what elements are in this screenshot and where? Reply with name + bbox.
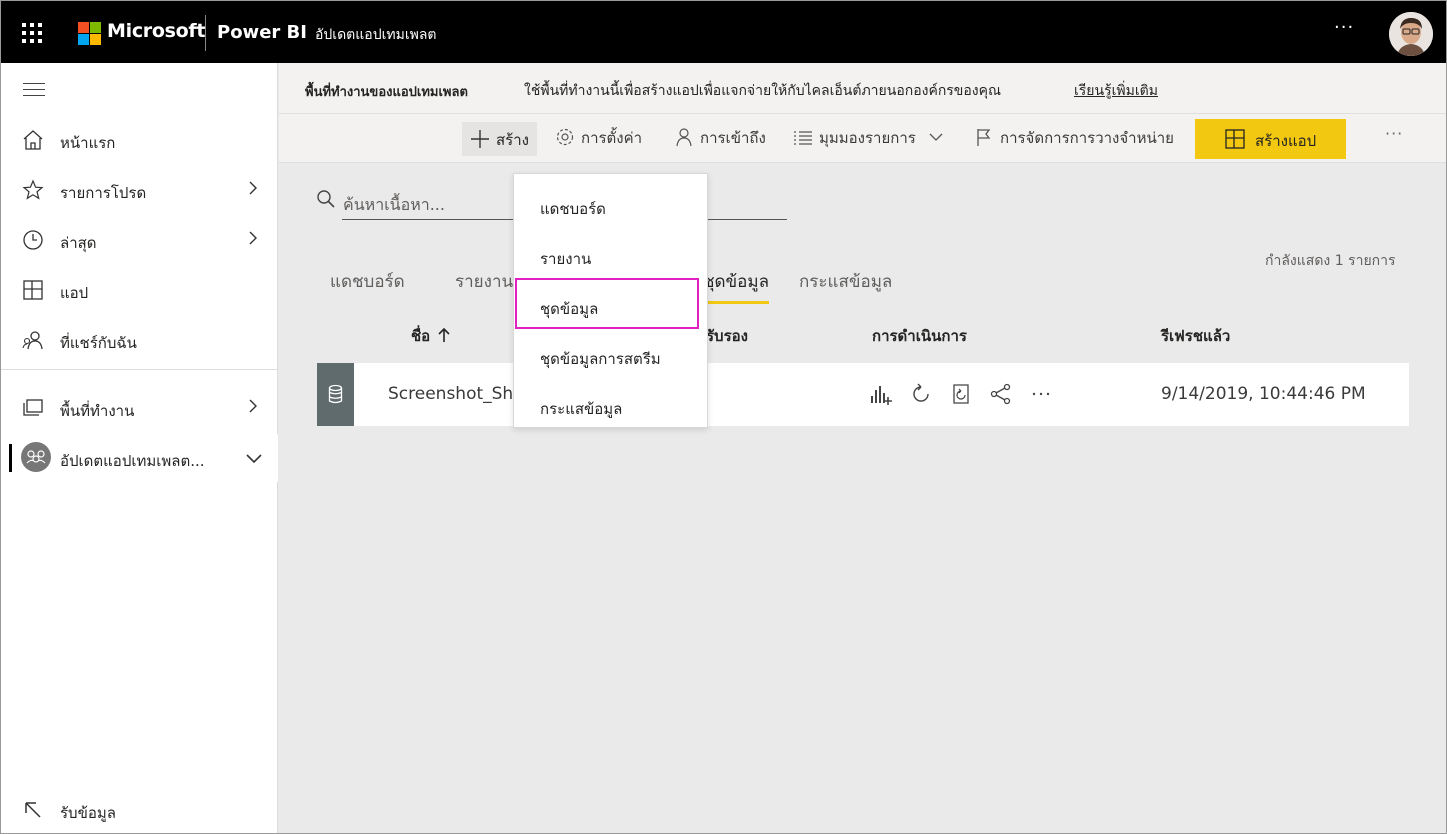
menu-item-label: ชุดข้อมูลการสตรีม <box>540 350 661 368</box>
create-report-icon[interactable] <box>869 382 893 406</box>
sidebar-item-label: พื้นที่ทำงาน <box>60 402 135 420</box>
clock-icon <box>23 230 43 250</box>
tab-reports[interactable]: รายงาน <box>455 268 513 295</box>
menu-item-streaming-dataset[interactable]: ชุดข้อมูลการสตรีม <box>514 329 707 379</box>
sidebar-divider <box>1 369 278 370</box>
apps-icon <box>1225 129 1245 149</box>
settings-button[interactable]: การตั้งค่า <box>555 126 642 152</box>
list-view-button[interactable]: มุมมองรายการ <box>793 126 943 152</box>
highlight-box <box>515 278 699 329</box>
topbar-divider <box>205 15 206 51</box>
search-input[interactable]: ค้นหาเนื้อหา... <box>343 193 445 218</box>
column-header-actions: การดำเนินการ <box>872 327 967 345</box>
workspace-info-bar: พื้นที่ทำงานของแอปเทมเพลต ใช้พื้นที่ทำงา… <box>279 63 1446 113</box>
menu-item-report[interactable]: รายงาน <box>514 229 707 279</box>
create-app-label: สร้างแอป <box>1255 132 1317 150</box>
tab-datasets[interactable]: ชุดข้อมูล <box>706 268 769 295</box>
sidebar-item-shared[interactable]: ที่แชร์กับฉัน <box>1 318 278 362</box>
sidebar-item-favorites[interactable]: รายการโปรด <box>1 168 278 212</box>
apps-icon <box>23 280 43 300</box>
chevron-right-icon[interactable] <box>245 229 261 247</box>
list-icon <box>794 131 812 145</box>
create-button[interactable]: สร้าง <box>462 122 537 156</box>
create-app-button[interactable]: สร้างแอป <box>1195 119 1346 159</box>
settings-label: การตั้งค่า <box>581 129 643 147</box>
sidebar-item-label: แอป <box>60 284 89 302</box>
sidebar-item-label: รายการโปรด <box>60 184 147 202</box>
dataset-name[interactable]: Screenshot_Sh <box>388 384 513 404</box>
menu-item-dataflow[interactable]: กระแสข้อมูล <box>514 379 707 429</box>
workspace-avatar-icon <box>21 442 51 472</box>
get-data-label: รับข้อมูล <box>60 804 116 822</box>
menu-item-label: แดชบอร์ด <box>540 200 606 218</box>
chevron-down-icon[interactable] <box>245 449 263 467</box>
home-icon <box>23 130 43 150</box>
waffle-icon[interactable] <box>22 23 42 43</box>
menu-item-label: กระแสข้อมูล <box>540 400 623 418</box>
person-icon <box>676 128 692 147</box>
more-options-icon[interactable] <box>1029 382 1053 406</box>
sidebar-item-recent[interactable]: ล่าสุด <box>1 218 278 262</box>
sidebar: หน้าแรก รายการโปรด ล่าสุด แอป ที่แชร์กับ… <box>1 63 278 833</box>
product-name[interactable]: Power BI <box>217 22 307 43</box>
search-icon <box>317 190 335 208</box>
user-avatar[interactable] <box>1389 12 1433 56</box>
sidebar-item-apps[interactable]: แอป <box>1 268 278 312</box>
refreshed-time: 9/14/2019, 10:44:46 PM <box>1161 384 1366 404</box>
chevron-right-icon[interactable] <box>245 179 261 197</box>
plus-icon <box>471 130 489 148</box>
info-title: พื้นที่ทำงานของแอปเทมเพลต <box>305 85 468 100</box>
release-label: การจัดการการวางจำหน่าย <box>1000 129 1174 147</box>
learn-more-link[interactable]: เรียนรู้เพิ่มเติม <box>1074 80 1158 102</box>
menu-item-label: รายงาน <box>540 250 592 268</box>
refresh-icon[interactable] <box>909 382 933 406</box>
workspaces-icon <box>23 399 43 416</box>
arrow-up-left-icon <box>25 802 41 818</box>
column-header-name[interactable]: ชื่อ <box>411 324 451 348</box>
sidebar-item-label: ที่แชร์กับฉัน <box>60 334 137 352</box>
gear-icon <box>556 128 574 146</box>
release-management-button[interactable]: การจัดการการวางจำหน่าย <box>974 126 1174 152</box>
sidebar-item-get-data[interactable]: รับข้อมูล <box>1 788 278 832</box>
sidebar-item-label: อัปเดตแอปเทมเพลต... <box>60 452 205 470</box>
schedule-refresh-icon[interactable] <box>949 382 973 406</box>
chevron-right-icon[interactable] <box>245 397 261 415</box>
tab-dataflows[interactable]: กระแสข้อมูล <box>799 268 892 295</box>
item-count-text: กำลังแสดง 1 รายการ <box>1265 253 1396 269</box>
lineage-icon[interactable] <box>989 382 1013 406</box>
brand-name: Microsoft <box>107 20 206 42</box>
workspace-title[interactable]: อัปเดตแอปเทมเพลต <box>315 24 437 46</box>
flag-icon <box>977 129 991 146</box>
table-row[interactable]: Screenshot_Sh 9/14/2019, 10:44:46 PM <box>317 363 1409 426</box>
column-header-endorsement[interactable]: รับรอง <box>706 324 748 348</box>
top-bar: Microsoft Power BI อัปเดตแอปเทมเพลต ··· <box>1 1 1446 63</box>
access-label: การเข้าถึง <box>700 129 766 147</box>
dataset-icon <box>317 363 354 426</box>
star-icon <box>22 179 44 200</box>
shared-icon <box>22 331 43 350</box>
create-label: สร้าง <box>496 131 529 149</box>
sort-arrow-up-icon <box>438 327 451 342</box>
menu-item-dashboard[interactable]: แดชบอร์ด <box>514 179 707 229</box>
more-options-icon[interactable]: ··· <box>1385 124 1403 143</box>
microsoft-logo-icon <box>78 22 101 45</box>
info-description: ใช้พื้นที่ทำงานนี้เพื่อสร้างแอปเพื่อแจกจ… <box>524 83 1001 99</box>
sidebar-item-current-workspace[interactable]: อัปเดตแอปเทมเพลต... <box>1 434 278 482</box>
column-name-label: ชื่อ <box>411 327 431 345</box>
column-header-refreshed[interactable]: รีเฟรชแล้ว <box>1161 324 1230 348</box>
active-indicator <box>9 444 12 472</box>
sidebar-item-label: หน้าแรก <box>60 134 116 152</box>
sidebar-item-workspaces[interactable]: พื้นที่ทำงาน <box>1 386 278 430</box>
hamburger-menu-icon[interactable] <box>23 83 45 97</box>
more-options-icon[interactable]: ··· <box>1334 17 1354 38</box>
chevron-down-icon <box>929 133 943 141</box>
active-tab-underline <box>706 301 769 304</box>
tab-dashboards[interactable]: แดชบอร์ด <box>330 268 405 295</box>
toolbar: สร้าง การตั้งค่า การเข้าถึง มุมมองรายการ… <box>279 113 1446 163</box>
app-frame: Microsoft Power BI อัปเดตแอปเทมเพลต ··· … <box>0 0 1447 834</box>
list-view-label: มุมมองรายการ <box>819 129 916 147</box>
sidebar-item-home[interactable]: หน้าแรก <box>1 118 278 162</box>
access-button[interactable]: การเข้าถึง <box>674 126 766 152</box>
sidebar-item-label: ล่าสุด <box>60 234 97 252</box>
